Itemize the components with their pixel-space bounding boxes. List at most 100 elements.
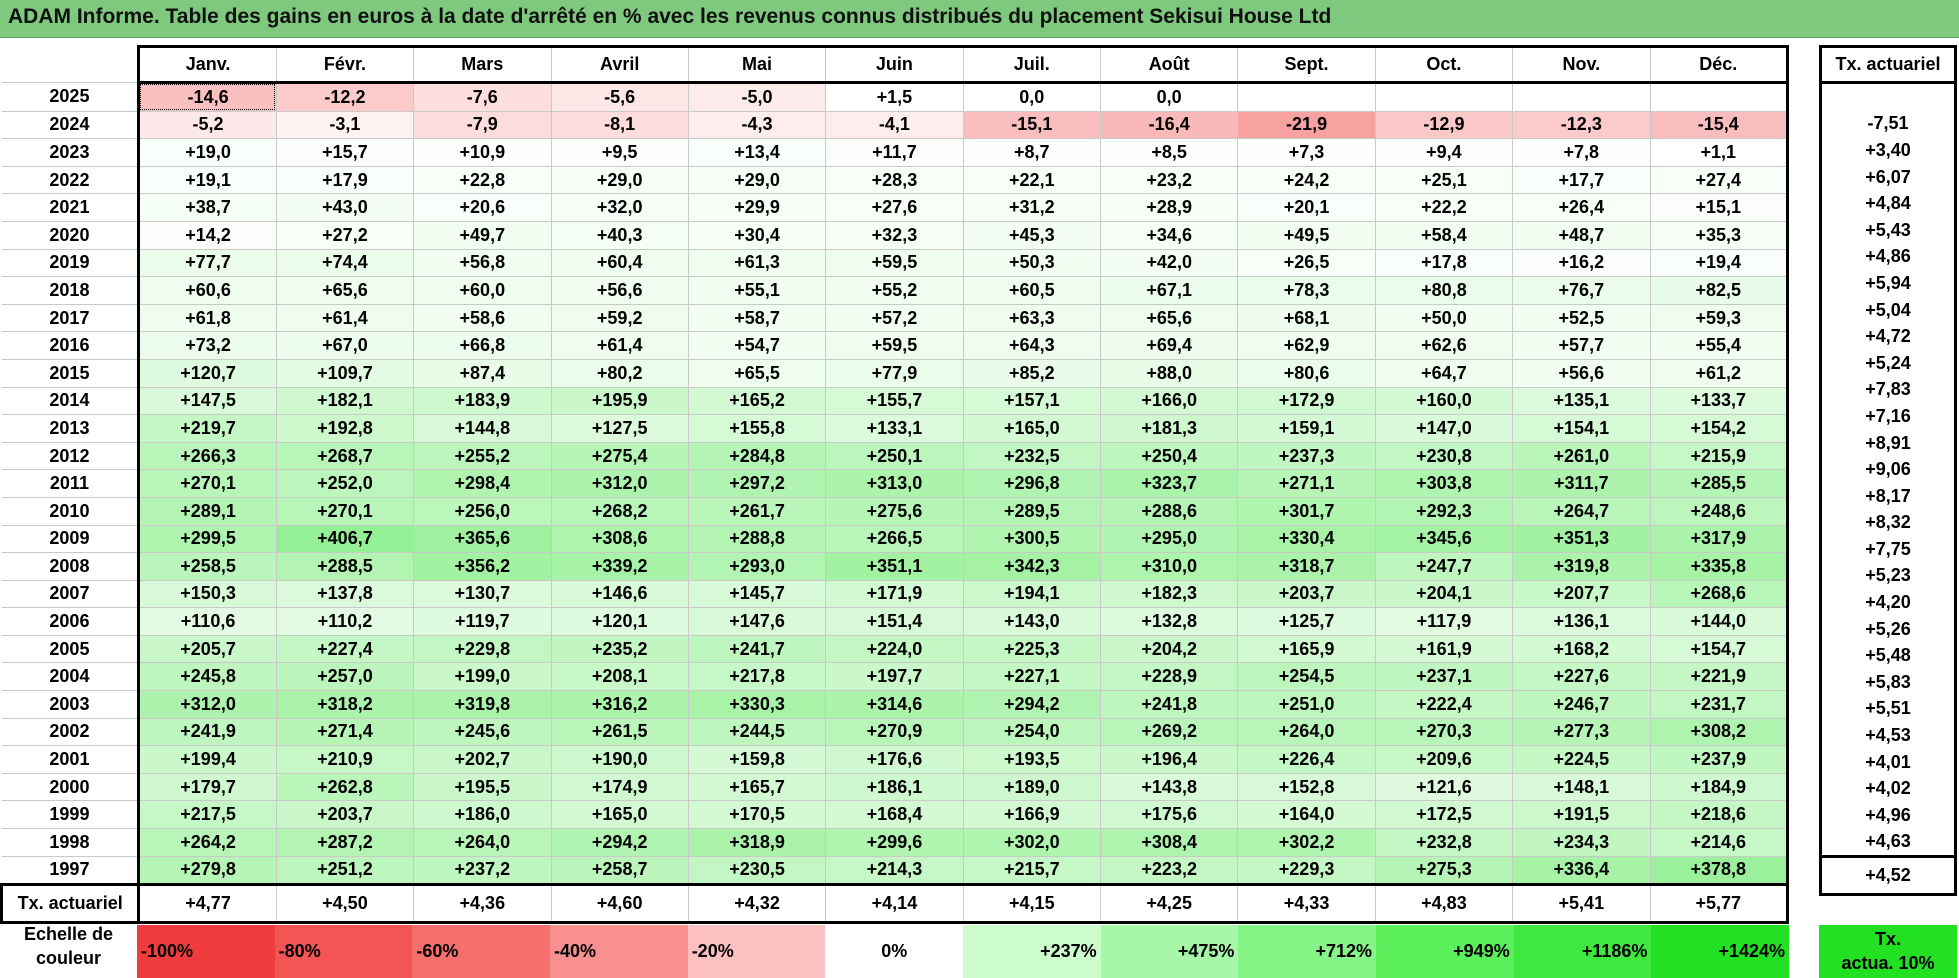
monthly-rate-cell: +4,14 <box>825 883 964 925</box>
gain-cell: +147,5 <box>138 386 277 416</box>
gain-cell: +171,9 <box>825 579 964 609</box>
gain-cell: +214,6 <box>1649 828 1789 857</box>
year-label: 2002 <box>1 717 141 747</box>
gain-cell: +19,1 <box>138 165 277 195</box>
gain-cell: +20,6 <box>413 193 552 222</box>
annual-rate-cell: +5,04 <box>1819 296 1957 324</box>
gain-cell: +218,6 <box>1649 800 1789 830</box>
gain-cell: +342,3 <box>962 552 1102 581</box>
month-header: Janv. <box>137 45 277 84</box>
gain-cell: +356,2 <box>413 552 552 581</box>
gain-cell: +14,2 <box>138 220 277 250</box>
gain-cell: +351,1 <box>825 552 964 581</box>
gain-cell: +279,8 <box>138 855 277 886</box>
gain-cell: +61,4 <box>275 303 415 333</box>
gain-cell: +165,0 <box>550 800 689 830</box>
annual-rate-cell: +5,24 <box>1819 349 1957 377</box>
gain-cell: +109,7 <box>275 358 415 388</box>
gain-cell: +319,8 <box>1512 552 1651 581</box>
gain-cell: +151,4 <box>825 607 964 636</box>
gain-cell: +29,0 <box>687 165 827 195</box>
year-label: 2022 <box>1 165 141 195</box>
gain-cell: +147,0 <box>1374 414 1514 443</box>
month-header: Févr. <box>275 45 415 84</box>
gain-cell: +61,8 <box>138 303 277 333</box>
gain-cell: +195,5 <box>413 772 552 802</box>
gain-cell: +277,3 <box>1512 717 1651 747</box>
gain-cell: +297,2 <box>687 469 827 498</box>
gain-cell: +80,6 <box>1237 358 1376 388</box>
gain-cell: +56,6 <box>550 276 689 305</box>
gain-cell: +172,5 <box>1374 800 1514 830</box>
gain-cell: +159,1 <box>1237 414 1376 443</box>
gain-cell: +270,1 <box>275 496 415 526</box>
annual-rate-cell: +4,86 <box>1819 243 1957 271</box>
gain-cell: +56,8 <box>413 248 552 278</box>
gain-cell: -21,9 <box>1237 110 1376 140</box>
gain-cell: +80,2 <box>550 358 689 388</box>
gain-cell: +234,3 <box>1512 828 1651 857</box>
gain-cell: +264,7 <box>1512 496 1651 526</box>
year-label: 2024 <box>1 110 141 140</box>
gain-cell: +157,1 <box>962 386 1102 416</box>
gain-cell: +168,4 <box>825 800 964 830</box>
gain-cell: +19,0 <box>138 138 277 167</box>
color-scale-swatch: +1186% <box>1513 925 1652 978</box>
gain-cell: +160,0 <box>1374 386 1514 416</box>
monthly-rate-cell: +4,15 <box>962 883 1102 925</box>
color-scale-swatch: +237% <box>963 925 1101 978</box>
gains-table-body: 2025 -14,6 -12,2 -7,6 -5,6 -5,0 +1,5 0,0 0,0 2024… <box>1 82 1789 886</box>
gain-cell: +20,1 <box>1237 193 1376 222</box>
gain-cell: +154,7 <box>1649 634 1789 664</box>
gain-cell: +264,0 <box>1237 717 1376 747</box>
gain-cell: +144,8 <box>413 414 552 443</box>
gain-cell: +49,5 <box>1237 220 1376 250</box>
gain-cell: +48,7 <box>1512 220 1651 250</box>
gain-cell: +225,3 <box>962 634 1102 664</box>
gain-cell: +130,7 <box>413 579 552 609</box>
gain-cell: +176,6 <box>825 745 964 774</box>
gain-cell: +191,5 <box>1512 800 1651 830</box>
gain-cell: +19,4 <box>1649 248 1789 278</box>
gain-cell: +335,8 <box>1649 552 1789 581</box>
annual-rate-cell: +7,83 <box>1819 376 1957 404</box>
table-row: 1999 +217,5 +203,7 +186,0 +165,0 +170,5 +168,4… <box>1 800 1789 830</box>
color-scale-swatch: -100% <box>137 925 275 978</box>
gain-cell: +244,5 <box>687 717 827 747</box>
gain-cell: -5,6 <box>550 82 689 112</box>
gain-cell: +248,6 <box>1649 496 1789 526</box>
gain-cell: +202,7 <box>413 745 552 774</box>
gain-cell: +204,1 <box>1374 579 1514 609</box>
year-label: 2004 <box>1 662 141 692</box>
gain-cell: +54,7 <box>687 331 827 360</box>
gain-cell: +268,2 <box>550 496 689 526</box>
gain-cell: +152,8 <box>1237 772 1376 802</box>
monthly-rate-cell: +5,41 <box>1512 883 1651 925</box>
color-scale-label-line1: Echelle de <box>23 924 114 944</box>
month-header: Juil. <box>962 45 1102 84</box>
gain-cell: +59,5 <box>825 248 964 278</box>
gain-cell: +182,1 <box>275 386 415 416</box>
gain-cell: +269,2 <box>1099 717 1239 747</box>
gain-cell: +26,5 <box>1237 248 1376 278</box>
gain-cell: +254,5 <box>1237 662 1376 692</box>
gain-cell: +378,8 <box>1649 855 1789 886</box>
gain-cell: +184,9 <box>1649 772 1789 802</box>
month-header: Nov. <box>1512 45 1651 84</box>
gain-cell: +175,6 <box>1099 800 1239 830</box>
year-label: 2018 <box>1 276 141 305</box>
year-label: 2020 <box>1 220 141 250</box>
color-scale-rate-swatch: Tx. actua. 10% <box>1819 925 1957 978</box>
table-corner <box>1 46 139 83</box>
gain-cell: +28,9 <box>1099 193 1239 222</box>
table-row: 2012 +266,3 +268,7 +255,2 +275,4 +284,8 +250,1… <box>1 441 1789 471</box>
gain-cell: +25,1 <box>1374 165 1514 195</box>
gain-cell: +289,5 <box>962 496 1102 526</box>
gain-cell: +300,5 <box>962 524 1102 554</box>
page-title: ADAM Informe. Table des gains en euros à… <box>8 5 1332 28</box>
gain-cell: +214,3 <box>825 855 964 886</box>
table-row: 2004 +245,8 +257,0 +199,0 +208,1 +217,8 +197,7… <box>1 662 1789 692</box>
gain-cell: +215,7 <box>962 855 1102 886</box>
table-row: 2020 +14,2 +27,2 +49,7 +40,3 +30,4 +32,3 +45,3 +… <box>1 220 1789 250</box>
year-label: 1999 <box>1 800 141 830</box>
